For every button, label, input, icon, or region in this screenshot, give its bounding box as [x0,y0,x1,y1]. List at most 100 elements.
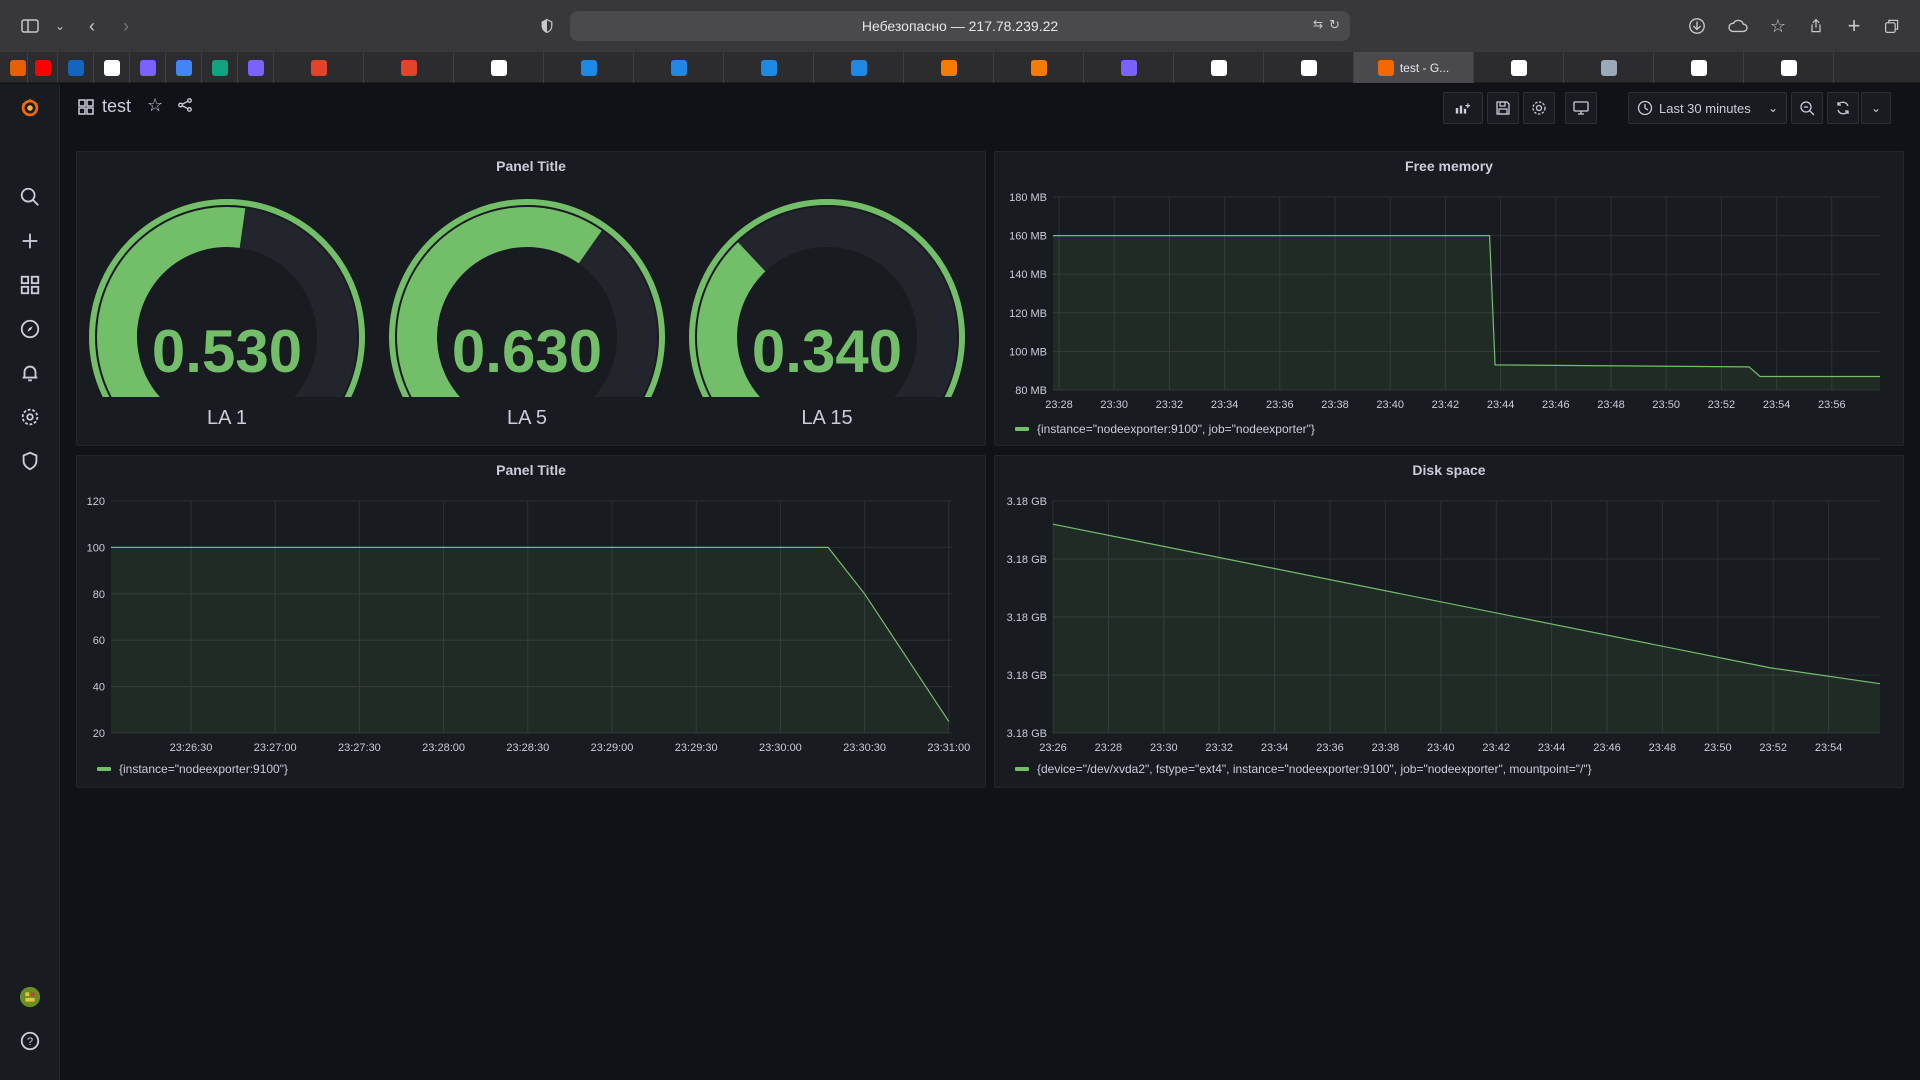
bookmark-item[interactable] [202,52,238,83]
bookmark-item[interactable] [1264,52,1354,83]
new-tab-icon[interactable]: + [1840,12,1868,40]
github-icon [1210,59,1227,76]
gear-icon[interactable] [17,404,43,430]
dashboards-icon[interactable] [17,272,43,298]
zoom-out-button[interactable] [1791,92,1823,124]
bookmark-item[interactable] [274,52,364,83]
share-icon[interactable] [1802,12,1830,40]
tab-active[interactable]: test - G... [1354,52,1474,83]
app-icon [1120,59,1137,76]
series-area [111,547,949,733]
youtube-icon [34,59,51,76]
translate-icon[interactable]: ⇆ [1313,17,1323,33]
tabs-overview-icon[interactable] [1878,12,1906,40]
google-icon [1690,59,1707,76]
x-tick-label: 23:26 [1039,742,1067,754]
bookmark-item[interactable] [814,52,904,83]
add-panel-button[interactable] [1443,92,1483,124]
bookmark-item[interactable] [364,52,454,83]
x-tick-label: 23:29:30 [675,742,718,754]
x-tick-label: 23:31:00 [927,742,970,754]
tv-mode-button[interactable] [1565,92,1597,124]
shield-icon[interactable] [17,448,43,474]
grafana-logo-icon[interactable] [14,92,46,124]
legend-label: {device="/dev/xvda2", fstype="ext4", ins… [1037,762,1592,776]
bookmark-item[interactable] [994,52,1084,83]
free-memory-chart: 180 MB 160 MB 140 MB 120 MB 100 MB 80 MB 23:28… [1009,192,1880,411]
load-average-panel[interactable]: Panel Title 120 100 80 60 40 20 23:26:30 23:27:… [76,455,986,788]
gauge-value: 0.630 [451,318,603,385]
x-tick-label: 23:26:30 [170,742,213,754]
browser-toolbar: ⌄ ‹ › Небезопасно — 217.78.239.22 ⇆ ↻ ☆ … [0,0,1920,52]
bookmark-item[interactable] [238,52,274,83]
bookmark-item[interactable] [1084,52,1174,83]
bell-icon[interactable] [17,360,43,386]
address-bar[interactable]: Небезопасно — 217.78.239.22 ⇆ ↻ [570,11,1350,41]
bookmarks-bar: test - G... [0,52,1920,83]
x-tick-label: 23:29:00 [591,742,634,754]
x-tick-label: 23:52 [1759,742,1787,754]
svg-text:?: ? [27,1036,33,1048]
bookmark-item[interactable] [8,52,28,83]
bookmark-item[interactable] [1174,52,1264,83]
share-icon[interactable] [177,97,193,118]
time-range-picker[interactable]: Last 30 minutes ⌄ [1628,92,1787,124]
plus-icon[interactable] [17,228,43,254]
gauge: 0.530 LA 1 [77,197,377,447]
bookmark-item[interactable] [1744,52,1834,83]
dashboard-settings-button[interactable] [1523,92,1555,124]
avatar[interactable] [17,984,43,1010]
back-icon[interactable]: ‹ [78,12,106,40]
disk-space-panel[interactable]: Disk space 3.18 GB 3.18 GB 3.18 GB 3.18 GB 3… [994,455,1904,788]
bookmark-item[interactable] [58,52,94,83]
sidebar-toggle-icon[interactable] [16,12,44,40]
chevron-down-icon[interactable]: ⌄ [46,12,74,40]
bookmark-item[interactable] [454,52,544,83]
reload-icon[interactable]: ↻ [1329,17,1340,33]
cloud-icon[interactable] [1724,12,1752,40]
download-icon[interactable] [1683,12,1711,40]
bookmark-item[interactable] [904,52,994,83]
x-tick-label: 23:50 [1704,742,1732,754]
bookmark-item[interactable] [166,52,202,83]
bookmark-item[interactable] [1564,52,1654,83]
bookmark-item[interactable] [544,52,634,83]
dashboard-grid-icon [77,98,95,116]
dashboard-title[interactable]: test [102,96,131,117]
x-tick-label: 23:46 [1593,742,1621,754]
help-icon[interactable]: ? [17,1028,43,1054]
free-memory-panel[interactable]: Free memory 180 MB 160 MB 140 MB 120 MB 100 … [994,151,1904,446]
save-button[interactable] [1487,92,1519,124]
forward-icon[interactable]: › [112,12,140,40]
x-tick-label: 23:34 [1261,742,1289,754]
gauge-value: 0.530 [151,318,303,385]
x-tick-label: 23:27:30 [338,742,381,754]
shield-icon[interactable] [533,12,561,40]
refresh-interval-dropdown[interactable]: ⌄ [1861,92,1891,124]
x-tick-label: 23:36 [1266,399,1294,411]
search-icon[interactable] [17,184,43,210]
bookmark-item[interactable] [94,52,130,83]
explore-compass-icon[interactable] [17,316,43,342]
bookmark-item[interactable] [1474,52,1564,83]
legend-item[interactable]: {device="/dev/xvda2", fstype="ext4", ins… [1015,762,1592,776]
x-tick-label: 23:54 [1815,742,1843,754]
legend-item[interactable]: {instance="nodeexporter:9100"} [97,762,288,776]
bookmark-item[interactable] [634,52,724,83]
bookmark-item[interactable] [28,52,58,83]
gauge-panel[interactable]: Panel Title 0.530 LA 1 0.630 LA 5 0.340 LA 15 [76,151,986,446]
refresh-button[interactable] [1827,92,1859,124]
mail-icon [67,59,84,76]
star-icon[interactable]: ☆ [1764,12,1792,40]
bookmark-item[interactable] [724,52,814,83]
y-tick-label: 120 [87,496,105,508]
y-tick-label: 20 [93,728,105,740]
bookmark-item[interactable] [130,52,166,83]
star-icon[interactable]: ☆ [147,95,163,116]
chevron-down-icon: ⌄ [1870,101,1882,115]
gauge-label: LA 1 [206,407,248,429]
y-tick-label: 80 [93,589,105,601]
bookmark-item[interactable] [1654,52,1744,83]
gauge: 0.340 LA 15 [677,197,977,447]
legend-item[interactable]: {instance="nodeexporter:9100", job="node… [1015,422,1315,436]
